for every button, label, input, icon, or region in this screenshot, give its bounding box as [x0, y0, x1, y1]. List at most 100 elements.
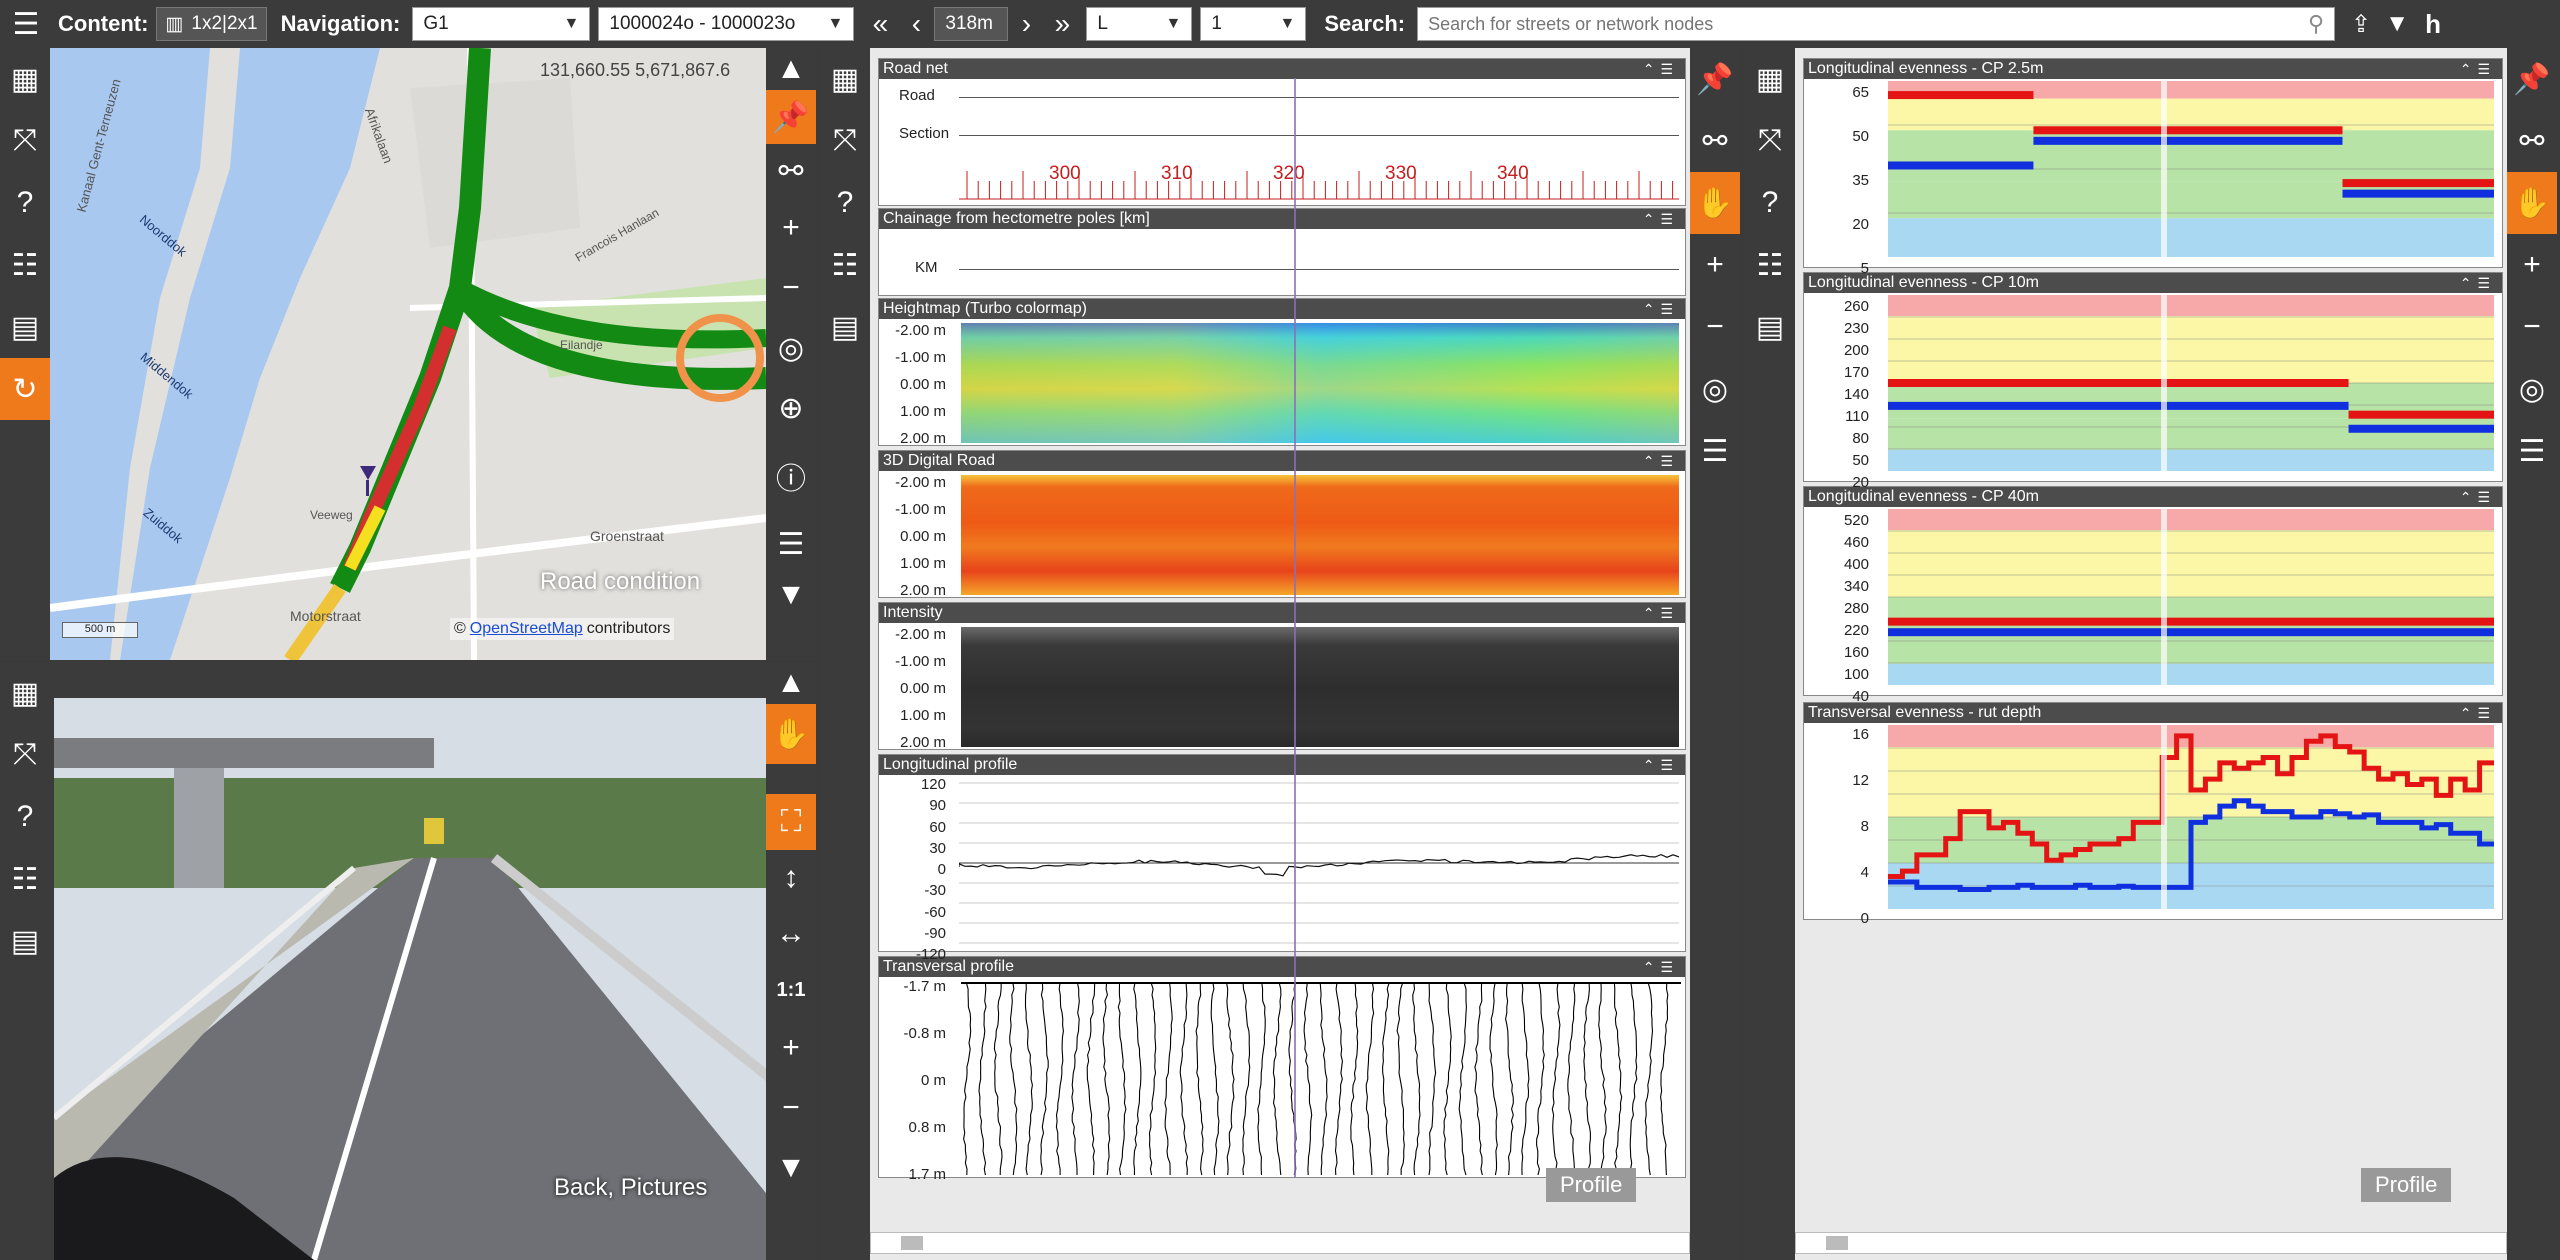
hand-pan-icon[interactable]: ✋	[2507, 172, 2557, 234]
fullscreen-icon[interactable]: ⤧	[0, 724, 50, 786]
hand-pan-icon[interactable]: ✋	[1690, 172, 1740, 234]
profile-line	[1165, 983, 1172, 1175]
menu-icon[interactable]: ☰	[8, 6, 44, 42]
collapse-menu-icon[interactable]: ⌃☰	[1643, 755, 1685, 775]
list-icon[interactable]: ☰	[1690, 420, 1740, 482]
list-icon[interactable]: ☰	[766, 514, 816, 574]
zoom-out-icon[interactable]: −	[766, 1078, 816, 1138]
fit-width-icon[interactable]: ↔	[766, 906, 816, 962]
help-icon[interactable]: ?	[1745, 172, 1795, 234]
document-icon[interactable]: ▤	[0, 910, 50, 972]
route-icon[interactable]: ⚯	[766, 144, 816, 198]
search-icon[interactable]: ⚲	[2308, 11, 2324, 37]
series-right-bar	[1888, 161, 2033, 169]
collapse-menu-icon[interactable]: ⌃☰	[1643, 603, 1685, 623]
collapse-menu-icon[interactable]: ⌃☰	[2460, 273, 2502, 293]
actual-size-button[interactable]: 1:1	[766, 962, 816, 1018]
collapse-menu-icon[interactable]: ⌃☰	[1643, 299, 1685, 319]
scroll-up-icon[interactable]: ▲	[766, 48, 816, 90]
zoom-in-icon[interactable]: +	[766, 198, 816, 258]
collapse-menu-icon[interactable]: ⌃☰	[1643, 957, 1685, 977]
rut-depth-chart: Transversal evenness - rut depth ⌃☰	[1803, 702, 2503, 920]
settings-sliders-icon[interactable]: ☷	[0, 848, 50, 910]
layout-button[interactable]: ▥ 1x2|2x1	[156, 7, 266, 41]
axis-tick-label: 5	[1815, 260, 1869, 277]
collapse-menu-icon[interactable]: ⌃☰	[1643, 59, 1685, 79]
route-icon[interactable]: ⚯	[2507, 110, 2557, 172]
navigation-select[interactable]: G1 ▼	[412, 7, 590, 41]
grid-icon[interactable]: ▦	[820, 48, 870, 110]
filter-icon[interactable]: ▼	[2379, 6, 2415, 42]
collapse-menu-icon[interactable]: ⌃☰	[2460, 487, 2502, 507]
zoom-in-icon[interactable]: +	[1690, 234, 1740, 296]
axis-tick-label: 460	[1815, 534, 1869, 551]
help-icon[interactable]: ?	[0, 786, 50, 848]
lane-select[interactable]: L ▼	[1086, 7, 1192, 41]
right-horizontal-scrollbar[interactable]	[1795, 1232, 2507, 1254]
scroll-down-icon[interactable]: ▼	[766, 574, 816, 616]
export-icon[interactable]: ⇪	[2343, 6, 2379, 42]
grid-icon[interactable]: ▦	[0, 662, 50, 724]
collapse-menu-icon[interactable]: ⌃☰	[1643, 209, 1685, 229]
osm-link[interactable]: OpenStreetMap	[470, 620, 583, 637]
axis-tick-label: 12	[1815, 772, 1869, 789]
zoom-out-icon[interactable]: −	[766, 258, 816, 318]
fit-height-icon[interactable]: ↕	[766, 850, 816, 906]
target-icon[interactable]: ◎	[2507, 358, 2557, 420]
collapse-menu-icon[interactable]: ⌃☰	[1643, 451, 1685, 471]
profile-line	[1645, 983, 1652, 1175]
route-icon[interactable]: ⚯	[1690, 110, 1740, 172]
hand-pan-icon[interactable]: ✋	[766, 704, 816, 764]
map-view[interactable]: 131,660.55 5,671,867.6 Kanaal Gent-Terne…	[50, 48, 766, 660]
fullscreen-icon[interactable]: ⤧	[820, 110, 870, 172]
middle-cursor-line[interactable]	[1294, 78, 1296, 1178]
grid-icon[interactable]: ▦	[1745, 48, 1795, 110]
settings-sliders-icon[interactable]: ☷	[820, 234, 870, 296]
sync-icon[interactable]: ↻	[0, 358, 50, 420]
lane-number-select[interactable]: 1 ▼	[1200, 7, 1306, 41]
profile-button[interactable]: Profile	[1546, 1168, 1636, 1202]
document-icon[interactable]: ▤	[1745, 296, 1795, 358]
scroll-up-icon[interactable]: ▲	[766, 662, 816, 704]
globe-icon[interactable]: ⊕	[766, 378, 816, 438]
evenness-toolbar: 📌 ⚯ ✋ + − ◎ ☰	[2507, 48, 2560, 1260]
camera-view[interactable]: Back, Pictures	[50, 662, 766, 1260]
zoom-out-icon[interactable]: −	[1690, 296, 1740, 358]
zoom-in-icon[interactable]: +	[766, 1018, 816, 1078]
search-input[interactable]	[1428, 14, 2288, 35]
profile-button[interactable]: Profile	[2361, 1168, 2451, 1202]
settings-sliders-icon[interactable]: ☷	[0, 234, 50, 296]
range-select[interactable]: 1000024o - 1000023o ▼	[598, 7, 854, 41]
collapse-menu-icon[interactable]: ⌃☰	[2460, 59, 2502, 79]
list-icon[interactable]: ☰	[2507, 420, 2557, 482]
grid-icon[interactable]: ▦	[0, 48, 50, 110]
document-icon[interactable]: ▤	[0, 296, 50, 358]
collapse-menu-icon[interactable]: ⌃☰	[2460, 703, 2502, 723]
target-icon[interactable]: ◎	[1690, 358, 1740, 420]
info-icon[interactable]: ⓘ	[766, 438, 816, 514]
scrollbar-thumb[interactable]	[1826, 1236, 1848, 1250]
help-icon[interactable]: ?	[0, 172, 50, 234]
back-icon[interactable]: ‹	[898, 6, 934, 42]
help-icon[interactable]: ?	[820, 172, 870, 234]
document-icon[interactable]: ▤	[820, 296, 870, 358]
fit-icon[interactable]: ⛶	[766, 794, 816, 850]
forward-icon[interactable]: ›	[1008, 6, 1044, 42]
zoom-in-icon[interactable]: +	[2507, 234, 2557, 296]
target-icon[interactable]: ◎	[766, 318, 816, 378]
axis-tick-label: -0.8 m	[880, 1025, 946, 1042]
pin-icon[interactable]: 📌	[2507, 48, 2557, 110]
chainage-input[interactable]: 318m	[934, 7, 1008, 41]
fast-forward-icon[interactable]: »	[1044, 6, 1080, 42]
scroll-down-icon[interactable]: ▼	[766, 1138, 816, 1198]
scrollbar-thumb[interactable]	[901, 1236, 923, 1250]
fullscreen-icon[interactable]: ⤧	[1745, 110, 1795, 172]
fast-back-icon[interactable]: «	[862, 6, 898, 42]
zoom-out-icon[interactable]: −	[2507, 296, 2557, 358]
fullscreen-icon[interactable]: ⤧	[0, 110, 50, 172]
evenness-cp40-plot	[1888, 509, 2494, 693]
pin-icon[interactable]: 📌	[766, 90, 816, 144]
pin-icon[interactable]: 📌	[1690, 48, 1740, 110]
middle-horizontal-scrollbar[interactable]	[870, 1232, 1690, 1254]
settings-sliders-icon[interactable]: ☷	[1745, 234, 1795, 296]
